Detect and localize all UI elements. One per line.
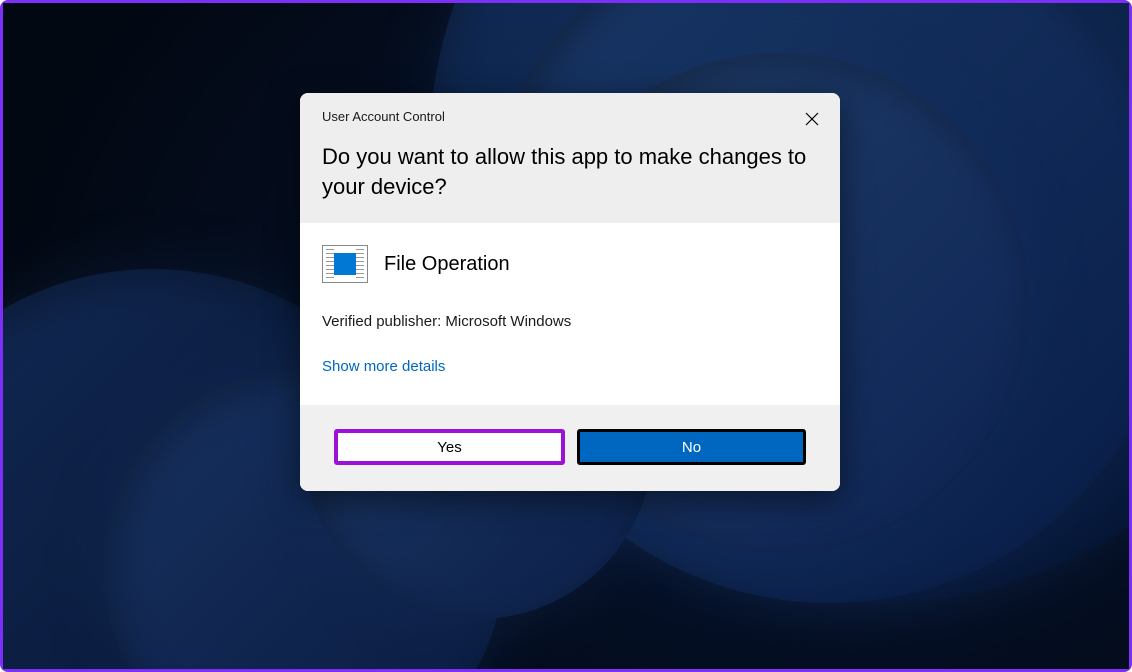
dialog-question: Do you want to allow this app to make ch… xyxy=(322,142,818,201)
dialog-header: User Account Control Do you want to allo… xyxy=(300,93,840,223)
dialog-body: File Operation Verified publisher: Micro… xyxy=(300,223,840,405)
app-name: File Operation xyxy=(384,253,510,276)
no-button[interactable]: No xyxy=(577,429,806,465)
show-more-details-link[interactable]: Show more details xyxy=(322,358,818,375)
close-button[interactable] xyxy=(796,103,828,135)
uac-dialog: User Account Control Do you want to allo… xyxy=(300,93,840,491)
close-icon xyxy=(805,112,819,126)
app-info-row: File Operation xyxy=(322,245,818,283)
dialog-title: User Account Control xyxy=(322,109,818,124)
dialog-footer: Yes No xyxy=(300,405,840,491)
app-icon xyxy=(322,245,368,283)
yes-button[interactable]: Yes xyxy=(334,429,565,465)
publisher-info: Verified publisher: Microsoft Windows xyxy=(322,313,818,330)
